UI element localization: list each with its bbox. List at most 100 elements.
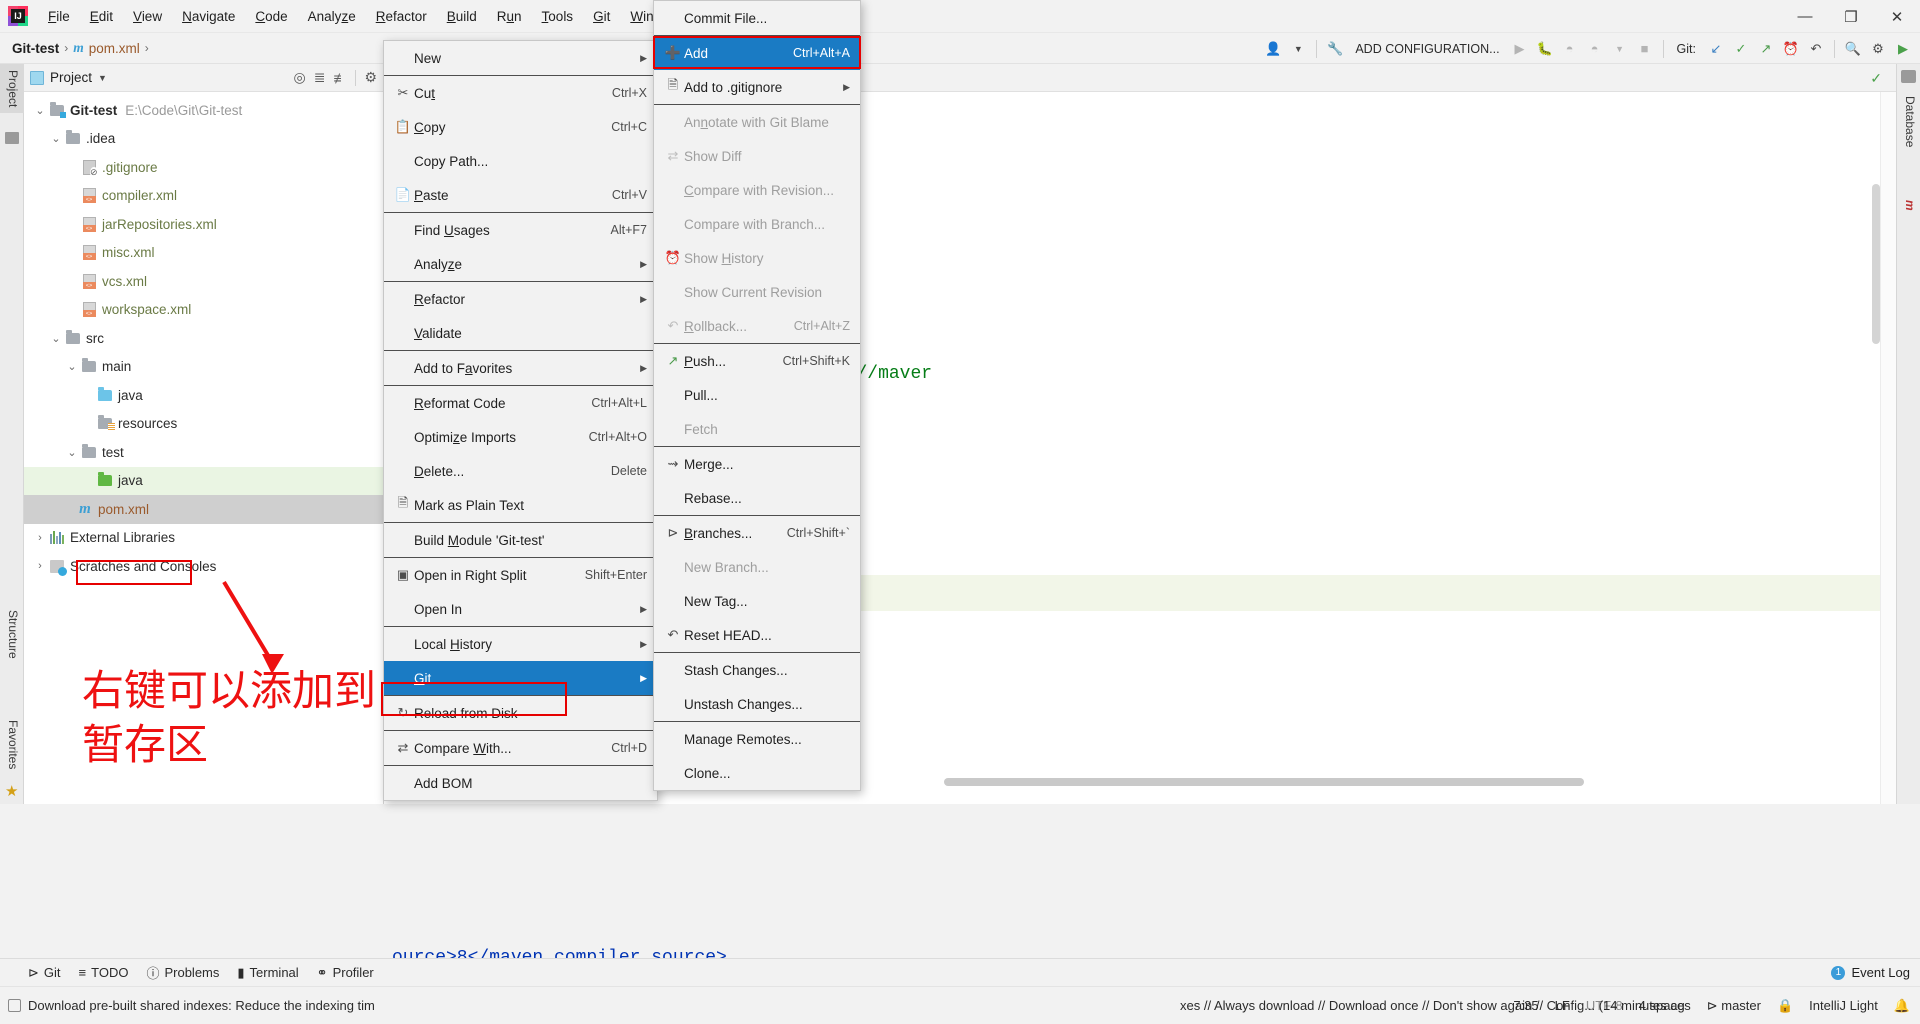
tool-window-profiler[interactable]: ⚭ Profiler — [317, 965, 374, 981]
add-configuration-button[interactable]: ADD CONFIGURATION... — [1349, 42, 1505, 56]
tree-node-gitignore[interactable]: .gitignore — [24, 153, 383, 182]
profile-icon[interactable]: ◓ — [1584, 38, 1606, 60]
notification-checkbox-icon[interactable] — [8, 999, 21, 1012]
collapse-arrow-icon[interactable]: › — [32, 532, 48, 544]
git-menu-item-merge[interactable]: ⇝ Merge... — [654, 447, 860, 481]
folder-strip-icon[interactable] — [5, 132, 19, 144]
git-update-icon[interactable]: ↙ — [1705, 38, 1727, 60]
expand-all-icon[interactable]: ≣ — [314, 69, 326, 86]
sidebar-tab-structure[interactable]: Structure — [0, 604, 24, 665]
git-menu-item-add-to-gitignore[interactable]: 🗎 Add to .gitignore ▶ — [654, 70, 860, 104]
project-tree[interactable]: ⌄ Git-test E:\Code\Git\Git-test ⌄ .idea … — [24, 92, 383, 581]
sidebar-tab-maven[interactable]: m — [1897, 194, 1920, 217]
theme-name[interactable]: IntelliJ Light — [1809, 998, 1878, 1013]
tree-node-misc-xml[interactable]: misc.xml — [24, 239, 383, 268]
lock-icon[interactable]: 🔒 — [1777, 998, 1793, 1014]
menu-item-cut[interactable]: ✂ Cut Ctrl+X — [384, 76, 657, 110]
expand-arrow-icon[interactable]: ⌄ — [48, 332, 64, 345]
menu-item-delete[interactable]: Delete... Delete — [384, 454, 657, 488]
tree-node-resources[interactable]: resources — [24, 410, 383, 439]
profile-chevron-icon[interactable]: ▼ — [1609, 38, 1631, 60]
git-rollback-icon[interactable]: ↶ — [1805, 38, 1827, 60]
expand-arrow-icon[interactable]: ⌄ — [64, 446, 80, 459]
tool-window-problems[interactable]: ⓘ Problems — [146, 963, 219, 982]
menu-item-optimize-imports[interactable]: Optimize Imports Ctrl+Alt+O — [384, 420, 657, 454]
menu-item-refactor[interactable]: Refactor ▶ — [384, 282, 657, 316]
git-menu-item-reset-head[interactable]: ↶ Reset HEAD... — [654, 618, 860, 652]
collapse-all-icon[interactable]: ≢ — [333, 70, 347, 86]
debug-icon[interactable]: 🐛 — [1534, 38, 1556, 60]
event-log-label[interactable]: Event Log — [1851, 965, 1910, 980]
tool-window-todo[interactable]: ≡ TODO — [79, 965, 129, 980]
menu-item-new[interactable]: New ▶ — [384, 41, 657, 75]
menu-item-add-bom[interactable]: Add BOM — [384, 766, 657, 800]
search-icon[interactable]: 🔍 — [1842, 38, 1864, 60]
menu-analyze[interactable]: Analyze — [298, 4, 366, 29]
tree-node-jarrepositories-xml[interactable]: jarRepositories.xml — [24, 210, 383, 239]
wrench-icon[interactable]: 🔧 — [1324, 38, 1346, 60]
git-menu-item-manage-remotes[interactable]: Manage Remotes... — [654, 722, 860, 756]
menu-item-build-module[interactable]: Build Module 'Git-test' — [384, 523, 657, 557]
menu-refactor[interactable]: Refactor — [366, 4, 437, 29]
tree-node-src[interactable]: ⌄ src — [24, 324, 383, 353]
git-menu-item-clone[interactable]: Clone... — [654, 756, 860, 790]
tree-node-main-java[interactable]: java — [24, 381, 383, 410]
git-menu-item-add[interactable]: ➕ Add Ctrl+Alt+A — [654, 36, 860, 70]
menu-item-find-usages[interactable]: Find Usages Alt+F7 — [384, 213, 657, 247]
tree-node-workspace-xml[interactable]: workspace.xml — [24, 296, 383, 325]
tree-node-idea[interactable]: ⌄ .idea — [24, 125, 383, 154]
expand-arrow-icon[interactable]: ⌄ — [32, 104, 48, 117]
locate-target-icon[interactable]: ◎ — [293, 69, 305, 86]
file-context-menu[interactable]: New ▶ ✂ Cut Ctrl+X 📋 Copy Ctrl+C Copy Path...… — [383, 40, 658, 801]
menu-item-paste[interactable]: 📄 Paste Ctrl+V — [384, 178, 657, 212]
tree-node-compiler-xml[interactable]: compiler.xml — [24, 182, 383, 211]
user-avatar-icon[interactable]: 👤 — [1262, 38, 1284, 60]
git-push-icon[interactable]: ↗ — [1755, 38, 1777, 60]
database-strip-icon[interactable] — [1901, 70, 1916, 83]
menu-item-reformat-code[interactable]: Reformat Code Ctrl+Alt+L — [384, 386, 657, 420]
menu-edit[interactable]: Edit — [80, 4, 123, 29]
maximize-button[interactable]: ❐ — [1828, 0, 1874, 33]
breadcrumb-file[interactable]: pom.xml — [89, 41, 140, 56]
tool-window-terminal[interactable]: ▮ Terminal — [237, 965, 298, 981]
git-history-icon[interactable]: ⏰ — [1780, 38, 1802, 60]
main-toolbar[interactable]: 👤 ▼ 🔧 ADD CONFIGURATION... ▶ 🐛 ◓ ◓ ▼ ■ G… — [1262, 33, 1920, 64]
editor-vertical-scrollbar[interactable] — [1872, 184, 1880, 344]
menu-item-mark-as-plain-text[interactable]: 🗎 Mark as Plain Text — [384, 488, 657, 522]
chevron-down-icon[interactable]: ▼ — [98, 73, 107, 83]
menu-run[interactable]: Run — [487, 4, 532, 29]
git-menu-item-push[interactable]: ↗ Push... Ctrl+Shift+K — [654, 344, 860, 378]
tree-node-scratches-consoles[interactable]: › Scratches and Consoles — [24, 552, 383, 581]
menu-file[interactable]: File — [38, 4, 80, 29]
git-submenu[interactable]: Commit File... ➕ Add Ctrl+Alt+A 🗎 Add to .g… — [653, 0, 861, 791]
coverage-icon[interactable]: ◓ — [1559, 38, 1581, 60]
collapse-arrow-icon[interactable]: › — [32, 560, 48, 572]
main-menu-bar[interactable]: File Edit View Navigate Code Analyze Ref… — [38, 4, 736, 29]
settings-gear-icon[interactable]: ⚙ — [1867, 38, 1889, 60]
menu-item-compare-with[interactable]: ⇄ Compare With... Ctrl+D — [384, 731, 657, 765]
menu-git[interactable]: Git — [583, 4, 620, 29]
close-button[interactable]: ✕ — [1874, 0, 1920, 33]
git-menu-item-new-tag[interactable]: New Tag... — [654, 584, 860, 618]
tree-node-test-java[interactable]: java — [24, 466, 383, 495]
menu-item-copy-path[interactable]: Copy Path... — [384, 144, 657, 178]
menu-item-add-to-favorites[interactable]: Add to Favorites ▶ — [384, 351, 657, 385]
expand-arrow-icon[interactable]: ⌄ — [64, 360, 80, 373]
tree-node-external-libraries[interactable]: › External Libraries — [24, 524, 383, 553]
stop-icon[interactable]: ■ — [1634, 38, 1656, 60]
tree-node-vcs-xml[interactable]: vcs.xml — [24, 267, 383, 296]
chevron-down-icon[interactable]: ▼ — [1287, 38, 1309, 60]
menu-item-reload-from-disk[interactable]: ↻ Reload from Disk — [384, 696, 657, 730]
sidebar-tab-favorites[interactable]: Favorites — [0, 714, 24, 775]
menu-item-open-in-right-split[interactable]: ▣ Open in Right Split Shift+Enter — [384, 558, 657, 592]
menu-item-validate[interactable]: Validate — [384, 316, 657, 350]
menu-navigate[interactable]: Navigate — [172, 4, 245, 29]
menu-code[interactable]: Code — [245, 4, 297, 29]
tree-node-test[interactable]: ⌄ test — [24, 438, 383, 467]
git-menu-item-branches[interactable]: ⊳ Branches... Ctrl+Shift+` — [654, 516, 860, 550]
menu-item-copy[interactable]: 📋 Copy Ctrl+C — [384, 110, 657, 144]
menu-tools[interactable]: Tools — [532, 4, 584, 29]
sidebar-tab-database[interactable]: Database — [1897, 90, 1920, 153]
menu-item-local-history[interactable]: Local History ▶ — [384, 627, 657, 661]
minimize-button[interactable]: — — [1782, 0, 1828, 33]
